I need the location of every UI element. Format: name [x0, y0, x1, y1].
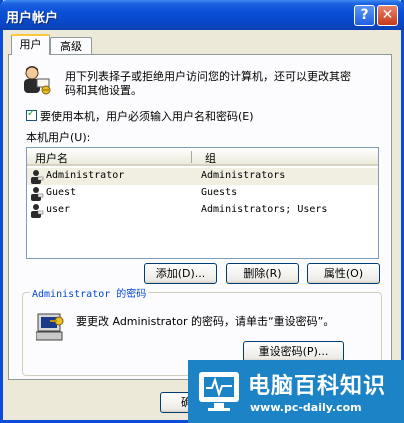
monitor-logo-icon	[199, 372, 239, 411]
table-row[interactable]: Guest Guests	[27, 185, 378, 202]
row-username: user	[46, 204, 71, 215]
close-button[interactable]: ✕	[377, 5, 398, 26]
users-list[interactable]: 用户名 组 Administrator Administrators Guest…	[26, 147, 379, 259]
watermark-url: www.pc-daily.com	[250, 401, 362, 414]
row-group: Guests	[201, 187, 238, 198]
row-username: Administrator	[46, 170, 125, 181]
tab-users[interactable]: 用户	[11, 34, 50, 55]
password-group-text: 要更改 Administrator 的密码，请单击“重设密码”。	[76, 315, 335, 328]
user-icon	[31, 204, 44, 218]
row-username: Guest	[46, 187, 77, 198]
watermark-banner: 电脑百科知识 www.pc-daily.com	[188, 360, 404, 423]
list-header: 用户名 组	[27, 148, 378, 166]
row-group: Administrators	[201, 170, 286, 181]
require-password-label[interactable]: 要使用本机，用户必须输入用户名和密码(E)	[40, 108, 254, 124]
title-bar[interactable]: 用户帐户 ? ✕	[0, 0, 404, 30]
row-group: Administrators; Users	[201, 204, 328, 215]
tab-advanced[interactable]: 高级	[50, 37, 92, 55]
help-button[interactable]: ?	[354, 5, 375, 26]
password-group-title: Administrator 的密码	[30, 285, 149, 300]
intro-line-2: 码和其他设置。	[65, 84, 142, 97]
column-username[interactable]: 用户名	[35, 150, 68, 166]
user-icon	[31, 187, 44, 201]
watermark-title: 电脑百科知识	[248, 374, 387, 399]
reset-password-button[interactable]: 重设密码(P)...	[243, 341, 344, 362]
delete-button[interactable]: 删除(R)	[226, 263, 299, 284]
local-users-label: 本机用户(U):	[26, 131, 91, 144]
window-title: 用户帐户	[6, 11, 59, 26]
column-group[interactable]: 组	[205, 150, 216, 166]
tab-advanced-label: 高级	[60, 40, 82, 53]
require-password-key: (E)	[238, 110, 254, 123]
require-password-checkbox[interactable]	[26, 108, 37, 121]
properties-button[interactable]: 属性(O)	[307, 263, 380, 284]
table-row[interactable]: user Administrators; Users	[27, 202, 378, 219]
user-icon	[31, 170, 44, 184]
add-button[interactable]: 添加(D)...	[144, 263, 217, 284]
tab-users-label: 用户	[19, 38, 42, 51]
users-icon	[24, 66, 51, 95]
computer-icon	[36, 313, 64, 341]
table-row[interactable]: Administrator Administrators	[27, 168, 378, 185]
